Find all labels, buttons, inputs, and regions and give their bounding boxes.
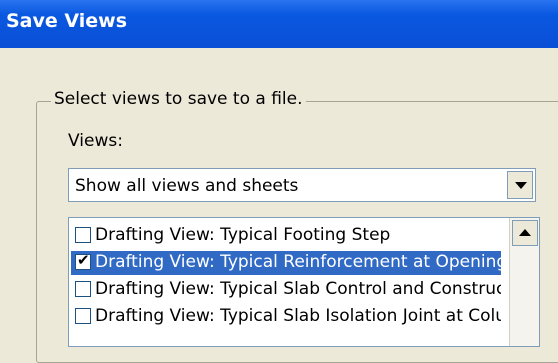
list-item-label: Drafting View: Typical Slab Control and … — [95, 279, 501, 299]
list-item-selected[interactable]: ✔ Drafting View: Typical Reinforcement a… — [71, 251, 501, 275]
views-list[interactable]: Drafting View: Typical Footing Step ✔ Dr… — [68, 217, 540, 347]
list-scrollbar[interactable] — [509, 218, 539, 346]
list-item[interactable]: Drafting View: Typical Slab Control and … — [71, 278, 501, 302]
item-checkbox-checked[interactable]: ✔ — [75, 251, 91, 270]
item-checkbox[interactable] — [75, 308, 91, 324]
list-item[interactable]: Drafting View: Typical Footing Step — [71, 224, 501, 248]
scroll-up-arrow-icon — [519, 229, 531, 236]
views-label: Views: — [68, 131, 123, 151]
item-checkbox[interactable] — [75, 227, 91, 243]
list-item[interactable]: Drafting View: Typical Slab Isolation Jo… — [71, 305, 501, 329]
list-item-label: Drafting View: Typical Reinforcement at … — [95, 252, 501, 272]
item-checkbox[interactable] — [75, 281, 91, 297]
title-bar[interactable]: Save Views — [0, 0, 558, 48]
list-item-label: Drafting View: Typical Footing Step — [95, 225, 391, 245]
window-title: Save Views — [6, 10, 128, 32]
scroll-up-button[interactable] — [512, 220, 538, 246]
chevron-down-icon — [515, 182, 527, 189]
check-icon: ✔ — [77, 251, 90, 269]
dropdown-button[interactable] — [507, 171, 533, 199]
views-filter-selected: Show all views and sheets — [75, 176, 299, 196]
views-filter-dropdown[interactable]: Show all views and sheets — [68, 168, 536, 202]
groupbox-legend: Select views to save to a file. — [51, 89, 306, 109]
list-item-label: Drafting View: Typical Slab Isolation Jo… — [95, 306, 501, 326]
